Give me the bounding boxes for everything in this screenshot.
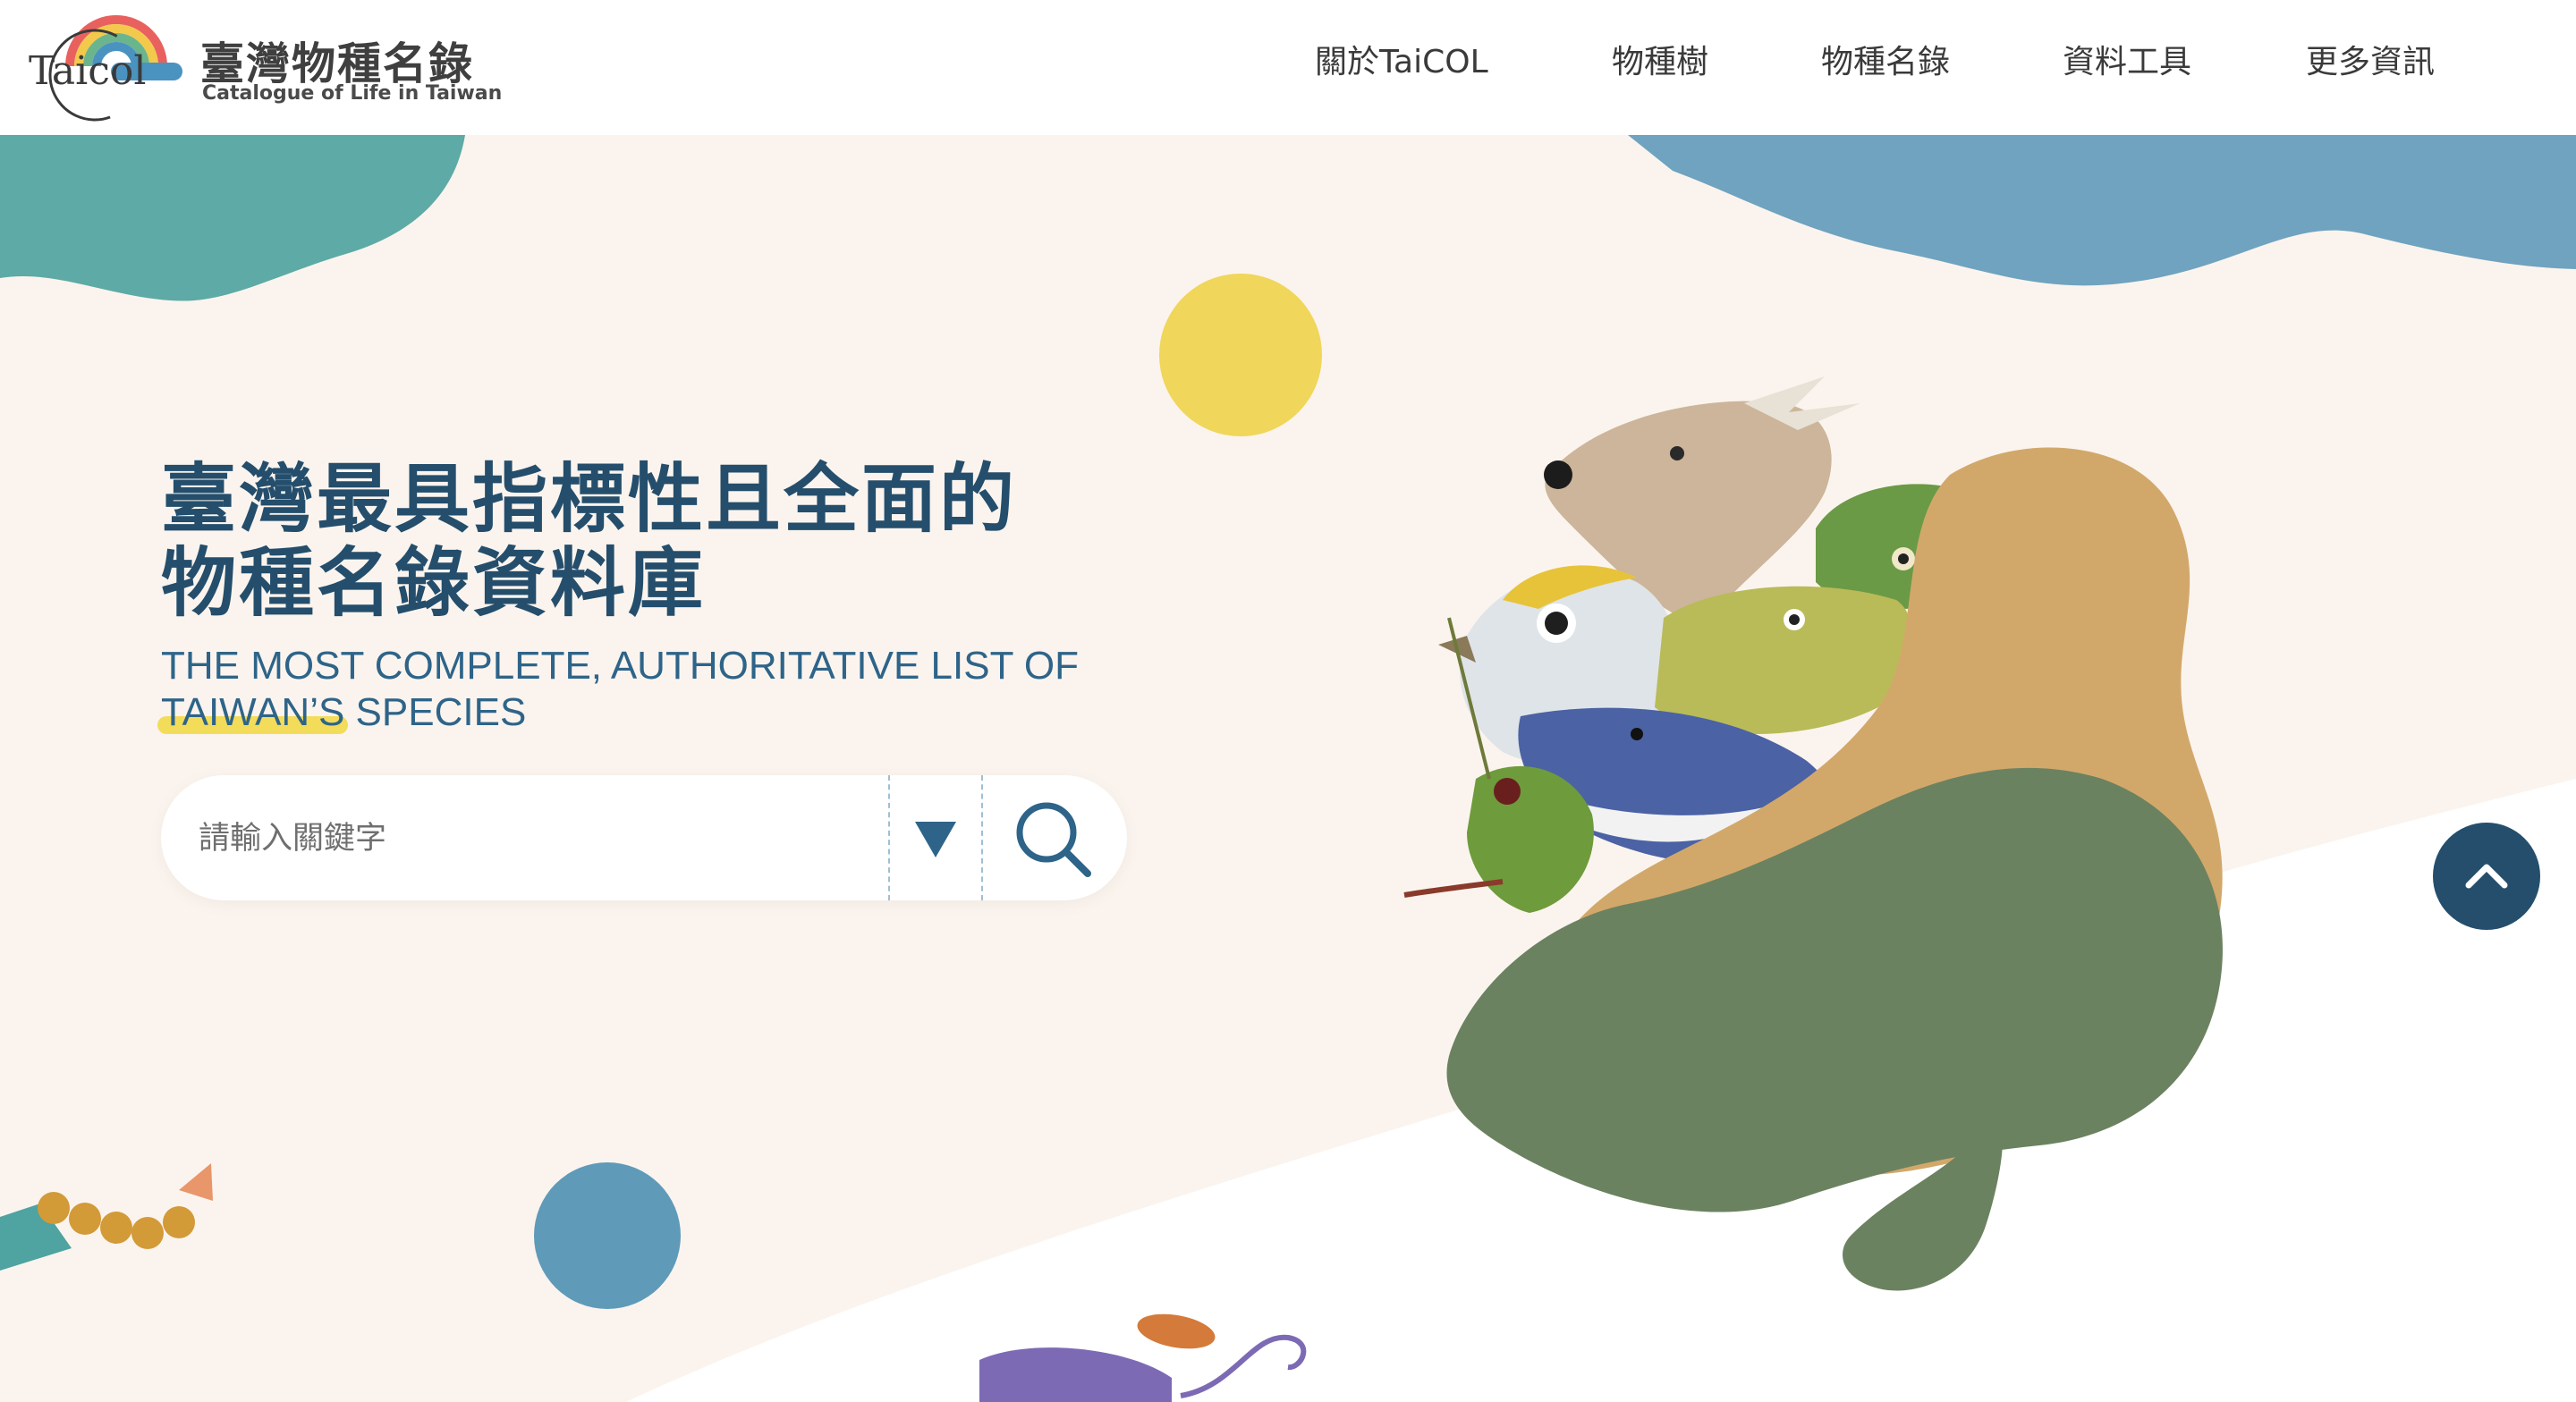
blue-circle bbox=[534, 1162, 681, 1309]
filter-dropdown-button[interactable] bbox=[890, 775, 979, 900]
search-input[interactable] bbox=[197, 802, 1005, 875]
nav-item-more-info[interactable]: 更多資訊 bbox=[2306, 36, 2435, 89]
chevron-up-icon bbox=[2465, 864, 2508, 889]
nav-item-about[interactable]: 關於TaiCOL bbox=[1315, 36, 1488, 89]
search-bar bbox=[161, 775, 1127, 900]
teal-blob bbox=[0, 135, 465, 301]
logo-mark-text: Taicol bbox=[29, 48, 147, 94]
search-button[interactable] bbox=[984, 775, 1118, 900]
hero-illustration bbox=[0, 135, 2576, 1402]
hero-headline-line-2: 物種名錄資料庫 bbox=[161, 539, 707, 627]
hero-headline-line-1: 臺灣最具指標性且全面的 bbox=[161, 455, 1018, 543]
search-divider bbox=[981, 775, 983, 900]
caterpillar-shape bbox=[0, 1163, 213, 1271]
hero-headline: 臺灣最具指標性且全面的 物種名錄資料庫 bbox=[161, 457, 1017, 625]
hero-subtitle-line-1: THE MOST COMPLETE, AUTHORITATIVE LIST OF bbox=[161, 644, 1079, 688]
nav-item-species-list[interactable]: 物種名錄 bbox=[1821, 36, 1950, 89]
logo-subtitle: Catalogue of Life in Taiwan bbox=[202, 82, 503, 105]
hero-subtitle: THE MOST COMPLETE, AUTHORITATIVE LIST OF… bbox=[157, 643, 1079, 736]
magnifier-icon bbox=[1016, 802, 1091, 877]
page: Taicol 臺灣物種名錄 Catalogue of Life in Taiwa… bbox=[0, 0, 2576, 1402]
nav-item-data-tools[interactable]: 資料工具 bbox=[2063, 36, 2191, 89]
hero-subtitle-highlight: TAIWAN’S bbox=[157, 690, 349, 734]
yellow-circle bbox=[1159, 274, 1322, 436]
site-logo[interactable]: Taicol 臺灣物種名錄 Catalogue of Life in Taiwa… bbox=[25, 11, 502, 122]
triangle-down-icon bbox=[915, 822, 956, 857]
site-header: Taicol 臺灣物種名錄 Catalogue of Life in Taiwa… bbox=[0, 0, 2576, 135]
hero-subtitle-line-2: TAIWAN’S SPECIES bbox=[157, 689, 1079, 736]
hero-subtitle-rest: SPECIES bbox=[344, 690, 527, 734]
nav-item-species-tree[interactable]: 物種樹 bbox=[1612, 36, 1708, 89]
hero-section: 臺灣最具指標性且全面的 物種名錄資料庫 THE MOST COMPLETE, A… bbox=[0, 135, 2576, 1402]
blue-wave bbox=[1628, 135, 2576, 286]
back-to-top-button[interactable] bbox=[2433, 823, 2540, 930]
